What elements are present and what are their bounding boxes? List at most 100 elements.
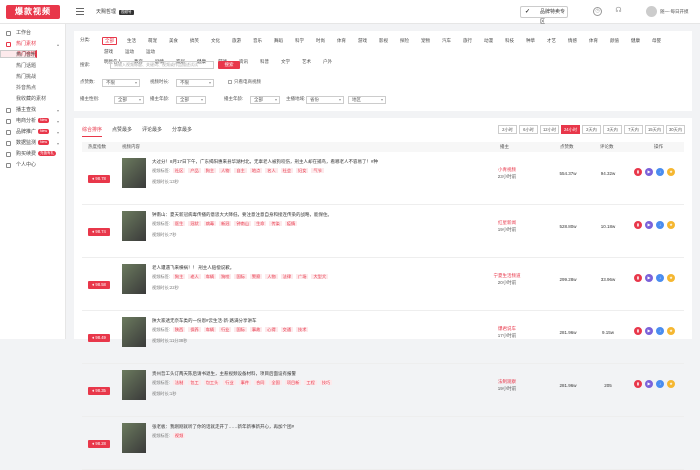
category-chip[interactable]: 汽车 — [440, 38, 453, 44]
keyword-tag[interactable]: 事件 — [238, 380, 252, 385]
keyword-tag[interactable]: 事故 — [249, 327, 263, 332]
account-switcher[interactable]: 天赐哲理 视频号 — [96, 8, 134, 15]
keyword-tag[interactable]: 包工 — [188, 380, 201, 385]
sidebar-item-11[interactable]: 数据监测 New ▾ — [0, 138, 65, 149]
keyword-tag[interactable]: 陕西 — [172, 327, 186, 332]
keyword-tag[interactable]: 技巧 — [319, 380, 333, 385]
keyword-tag[interactable]: 社区 — [172, 168, 186, 173]
keyword-tag[interactable]: 警察 — [249, 274, 263, 279]
author-name[interactable]: 红星新闻 — [472, 220, 542, 226]
category-chip[interactable]: 才艺 — [545, 38, 558, 44]
time-filter-button[interactable]: 15天内 — [645, 125, 664, 134]
download-icon[interactable]: ↓ — [656, 274, 664, 282]
keyword-tag[interactable]: 车辆 — [203, 274, 217, 279]
keyword-tag[interactable]: 产品 — [188, 168, 201, 173]
play-icon[interactable]: ▶ — [645, 221, 653, 229]
time-filter-button[interactable]: 30天内 — [666, 125, 685, 134]
keyword-tag[interactable]: 生命 — [254, 221, 267, 226]
category-chip[interactable]: 宠物 — [419, 38, 432, 44]
author-name[interactable]: 小青视频 — [472, 167, 542, 173]
keyword-tag[interactable]: 车辆 — [203, 327, 217, 332]
keyword-tag[interactable]: 法制 — [172, 380, 186, 385]
sidebar-item-1[interactable]: 热门素材 ▴ — [0, 39, 65, 50]
download-icon[interactable]: ↓ — [656, 327, 664, 335]
video-thumbnail[interactable] — [122, 264, 146, 294]
category-chip[interactable]: 体育 — [335, 38, 348, 44]
video-title[interactable]: 陕大家透无奈车类的一份恩#云生活·新·路满分享讲车 — [152, 318, 402, 324]
keyword-tag[interactable]: 项目新 — [284, 380, 302, 385]
video-title[interactable]: 老人遭遇飞来横祸！！ 刑主人赔偿说歉。 — [152, 265, 402, 271]
category-chip[interactable]: 户外 — [321, 59, 334, 65]
time-filter-button[interactable]: 2小时 — [498, 125, 517, 134]
ecommerce-checkbox[interactable]: 只看电商视频 — [228, 79, 261, 85]
avatar[interactable] — [646, 6, 657, 17]
video-title[interactable]: 贵州哲工头订两天陈后请书退生，主惹视频设备材料，项目后面设有报警 — [152, 371, 402, 377]
tab-sort-3[interactable]: 分享最多 — [172, 126, 192, 136]
category-chip[interactable]: 科普 — [258, 59, 271, 65]
download-icon[interactable]: ↓ — [656, 380, 664, 388]
category-chip[interactable]: 健康 — [629, 38, 642, 44]
category-chip[interactable]: 艺术 — [300, 59, 313, 65]
play-icon[interactable]: ▶ — [645, 380, 653, 388]
bar-chart-icon[interactable]: ▮ — [634, 221, 642, 229]
keyword-tag[interactable]: 冠状 — [188, 221, 201, 226]
category-chip[interactable]: 时尚 — [314, 38, 327, 44]
audience-select[interactable]: 全部 — [250, 96, 280, 104]
keyword-tag[interactable]: 人物 — [265, 274, 278, 279]
keyword-tag[interactable]: 地点 — [249, 168, 263, 173]
play-icon[interactable]: ▶ — [645, 274, 653, 282]
category-chip[interactable]: 旅游 — [230, 38, 243, 44]
time-filter-button[interactable]: 2天内 — [582, 125, 601, 134]
video-title[interactable]: 张老板：我刚刚就听了你的话就走开了……新年新事新开心，再加个团# — [152, 424, 402, 430]
keyword-tag[interactable]: 国际 — [234, 274, 247, 279]
keyword-tag[interactable]: 行业 — [219, 327, 232, 332]
category-chip[interactable]: 音乐 — [251, 38, 264, 44]
likes-select[interactable]: 不限 — [102, 79, 140, 87]
keyword-tag[interactable]: 狗主 — [203, 168, 217, 173]
play-icon[interactable]: ▶ — [645, 327, 653, 335]
category-chip[interactable]: 旅行 — [461, 38, 474, 44]
star-icon[interactable]: ★ — [667, 327, 675, 335]
sidebar-item-6[interactable]: 抖音热点 — [0, 83, 65, 94]
sidebar-item-7[interactable]: 我收藏的素材 — [0, 94, 65, 105]
tab-sort-0[interactable]: 综合排序 — [82, 126, 103, 137]
keyword-tag[interactable]: 广场 — [296, 274, 309, 279]
sidebar-item-5[interactable]: 热门挑战 — [0, 72, 65, 83]
download-icon[interactable]: ↓ — [656, 168, 664, 176]
keyword-tag[interactable]: 疫情 — [284, 221, 298, 226]
keyword-tag[interactable]: 自主 — [234, 168, 247, 173]
star-icon[interactable]: ★ — [667, 274, 675, 282]
category-chip[interactable]: 种草 — [524, 38, 537, 44]
keyword-tag[interactable]: 妇女 — [296, 168, 309, 173]
video-thumbnail[interactable] — [122, 211, 146, 241]
author-name[interactable]: 宁夏生活频道 — [472, 273, 542, 279]
menu-toggle-icon[interactable] — [76, 8, 84, 15]
category-chip[interactable]: 动漫 — [482, 38, 495, 44]
sidebar-item-10[interactable]: 品牌推广 New ▾ — [0, 127, 65, 138]
category-chip[interactable]: 情感 — [566, 38, 579, 44]
star-icon[interactable]: ★ — [667, 168, 675, 176]
sidebar-item-8[interactable]: 播主查找 ▾ — [0, 105, 65, 116]
keyword-tag[interactable]: 工程 — [304, 380, 317, 385]
video-thumbnail[interactable] — [122, 317, 146, 347]
category-chip[interactable]: 探险 — [398, 38, 411, 44]
video-title[interactable]: 钟南山：夏天新冠病毒传播的意思大大降低，要注意注意自身和接连传染的战略，能保住。 — [152, 212, 402, 218]
time-filter-button[interactable]: 3天内 — [603, 125, 622, 134]
keyword-tag[interactable]: 保养 — [188, 327, 201, 332]
keyword-tag[interactable]: 新冠 — [219, 221, 232, 226]
category-chip[interactable]: 全部 — [102, 37, 117, 45]
video-thumbnail[interactable] — [122, 370, 146, 400]
keyword-tag[interactable]: 国际 — [234, 327, 247, 332]
category-chip[interactable]: 母婴 — [650, 38, 663, 44]
province-select[interactable]: 省份 — [306, 96, 344, 104]
category-chip[interactable]: 颜值 — [608, 38, 621, 44]
time-filter-button[interactable]: 7天内 — [624, 125, 643, 134]
category-chip[interactable]: 生活 — [125, 38, 138, 44]
keyword-tag[interactable]: 钟南山 — [234, 221, 252, 226]
search-input[interactable]: 请输入视频标题、关键词、视频或作品描述试试 — [110, 61, 214, 69]
bar-chart-icon[interactable]: ▮ — [634, 274, 642, 282]
duration-select[interactable]: 不限 — [176, 79, 214, 87]
author-name[interactable]: 法制观察 — [472, 379, 542, 385]
category-chip[interactable]: 文化 — [209, 38, 222, 44]
tab-sort-1[interactable]: 点赞最多 — [112, 126, 132, 136]
